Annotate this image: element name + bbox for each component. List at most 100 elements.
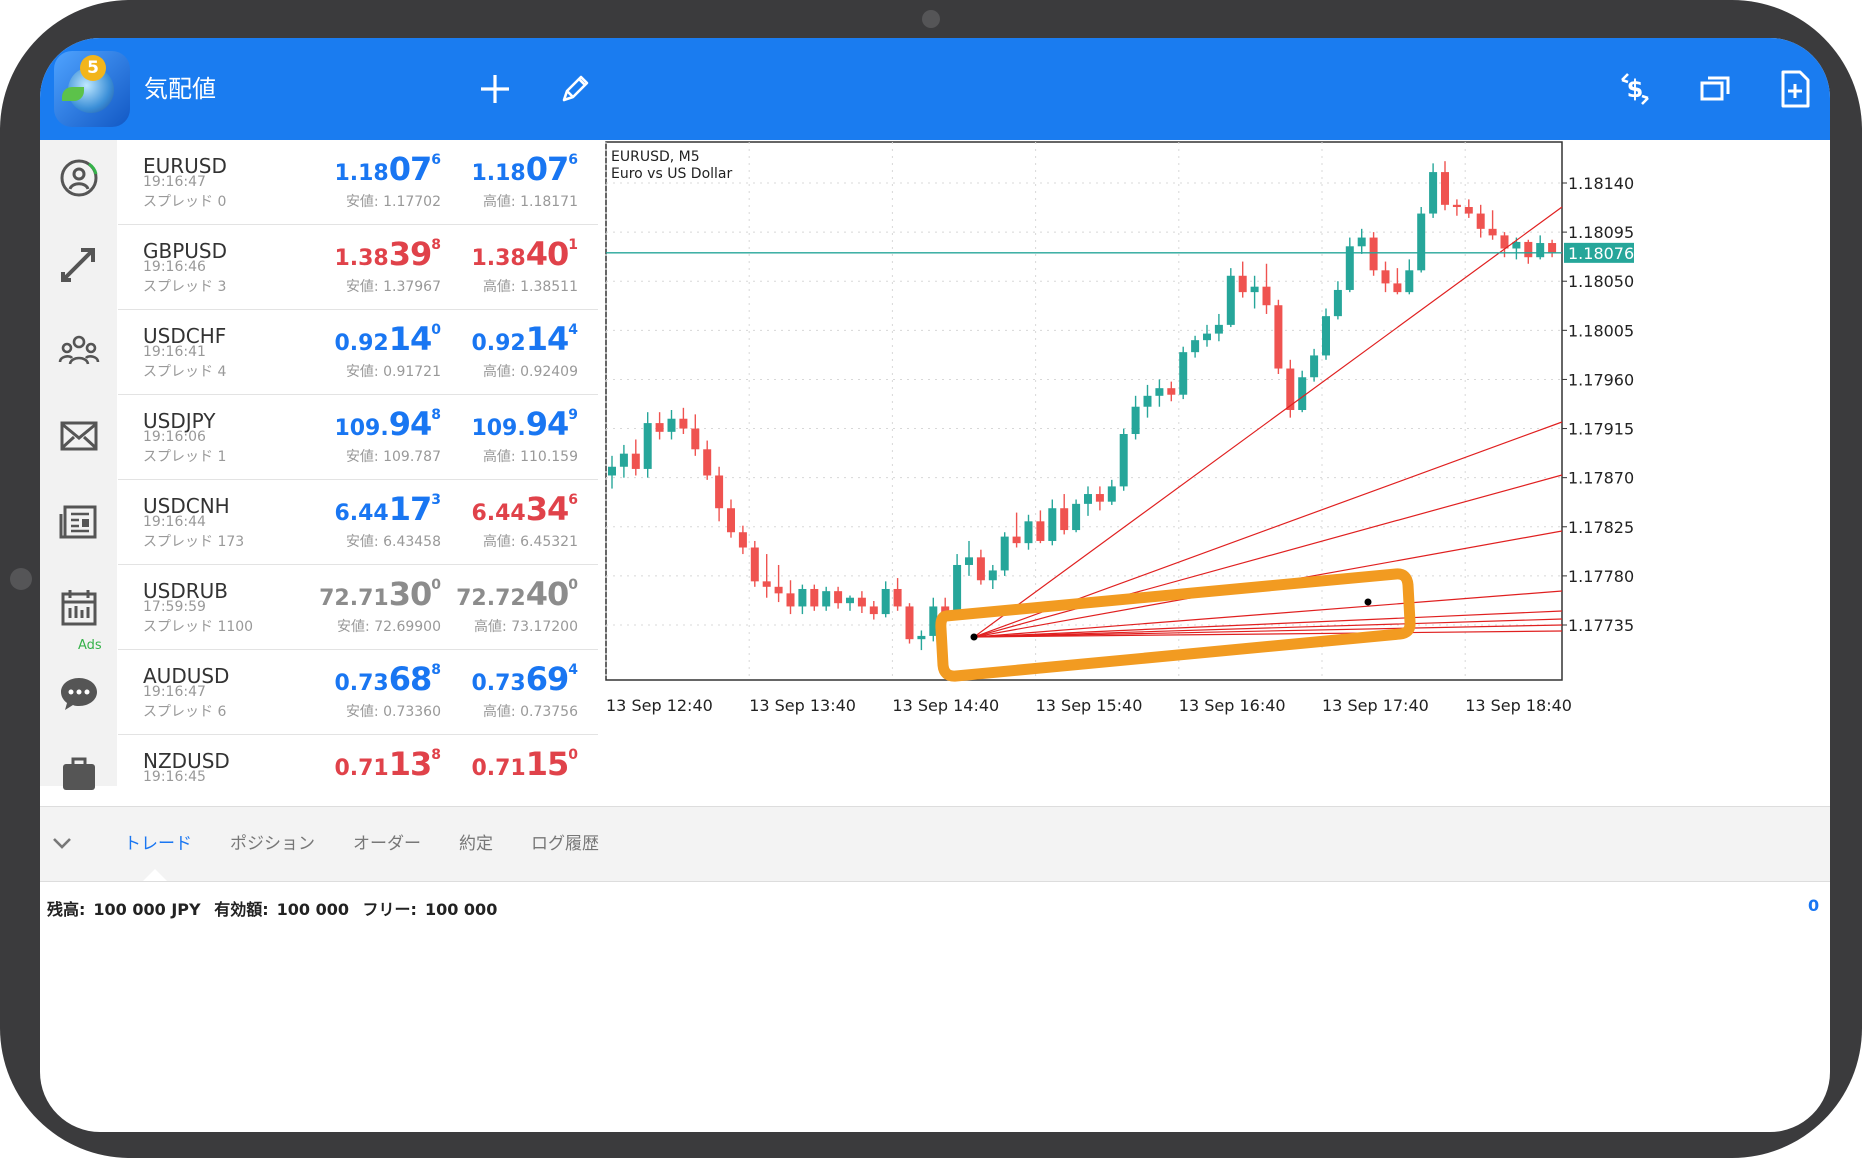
windows-button[interactable] <box>1690 64 1740 114</box>
balance-label: 残高: <box>47 900 86 919</box>
candle-body <box>1429 172 1438 214</box>
equity-label: 有効額: <box>214 900 269 919</box>
candle-body <box>1155 388 1164 396</box>
bid-price[interactable]: 1.18076 <box>334 150 441 188</box>
price-tick-label: 1.17825 <box>1568 518 1634 537</box>
camera-dot <box>922 10 940 28</box>
bid-price[interactable]: 0.73688 <box>334 660 441 698</box>
nav-tools[interactable] <box>47 740 111 804</box>
quote-row[interactable]: GBPUSD 19:16:46 スプレッド 3 1.38398 1.38401 安値: 1… <box>118 225 598 310</box>
ask-price[interactable]: 1.38401 <box>471 235 578 273</box>
quote-low: 安値: 1.37967 <box>345 279 441 295</box>
candle-body <box>1476 213 1485 229</box>
nav-chart[interactable] <box>47 232 111 296</box>
ask-price-main: 72.72 <box>456 586 526 611</box>
quote-low: 安値: 1.17702 <box>345 194 441 210</box>
candle-body <box>905 606 914 640</box>
bid-price-pips: 68 <box>388 660 433 698</box>
nav-news[interactable] <box>47 490 111 554</box>
account-summary: 残高: 100 000 JPY 有効額: 100 000 フリー: 100 000 <box>47 896 505 920</box>
bid-price-pips: 94 <box>388 405 433 443</box>
quote-row[interactable]: AUDUSD 19:16:47 スプレッド 6 0.73688 0.73694 安値: 0… <box>118 650 598 735</box>
quote-spread: スプレッド 0 <box>143 194 227 210</box>
ask-price[interactable]: 0.71150 <box>471 745 578 783</box>
candle-body <box>893 588 902 607</box>
nav-chat[interactable] <box>47 662 111 726</box>
ask-price[interactable]: 72.72400 <box>456 575 578 613</box>
tab-orders[interactable]: オーダー <box>353 807 421 881</box>
candle-body <box>1548 243 1557 253</box>
quote-row[interactable]: EURUSD 19:16:47 スプレッド 0 1.18076 1.18076 安値: 1… <box>118 140 598 225</box>
candle-body <box>738 532 747 548</box>
chart-area[interactable]: 1.18076 1.18140 1.18095 1.18050 1.18005 1.17… <box>602 141 1830 786</box>
add-symbol-button[interactable] <box>470 64 520 114</box>
ask-price[interactable]: 0.92144 <box>471 320 578 358</box>
quote-row[interactable]: USDJPY 19:16:06 スプレッド 1 109.948 109.949 安値: 1… <box>118 395 598 480</box>
quotes-list: EURUSD 19:16:47 スプレッド 0 1.18076 1.18076 安値: 1… <box>118 140 600 786</box>
candle-body <box>798 588 807 607</box>
ask-price[interactable]: 0.73694 <box>471 660 578 698</box>
quote-row[interactable]: USDCHF 19:16:41 スプレッド 4 0.92140 0.92144 安値: 0… <box>118 310 598 395</box>
quote-spread: スプレッド 1 <box>143 449 227 465</box>
currency-exchange-button[interactable]: $ <box>1610 64 1660 114</box>
candle-body <box>774 586 783 594</box>
tab-positions[interactable]: ポジション <box>230 807 315 881</box>
page-title: 気配値 <box>144 75 216 103</box>
candle-body <box>1262 286 1271 306</box>
quote-time: 19:16:41 <box>143 344 206 360</box>
bid-price-pips: 07 <box>388 150 433 188</box>
quote-high: 高値: 0.73756 <box>482 704 578 720</box>
bid-price-fraction: 3 <box>431 492 441 508</box>
nav-community[interactable] <box>47 318 111 382</box>
candle-body <box>1012 536 1021 544</box>
tab-deals[interactable]: 約定 <box>459 807 493 881</box>
equity-value: 100 000 <box>276 900 349 919</box>
candle-body <box>834 591 843 604</box>
candle-body <box>1214 324 1223 334</box>
mt5-logo-icon[interactable]: 5 <box>54 51 130 127</box>
candle-body <box>1203 333 1211 341</box>
ask-price-fraction: 9 <box>568 407 578 423</box>
candle-body <box>1405 270 1414 293</box>
bid-price-main: 1.38 <box>334 246 389 271</box>
quote-row[interactable]: USDRUB 17:59:59 スプレッド 1100 72.71300 72.72400… <box>118 565 598 650</box>
bid-price[interactable]: 6.44173 <box>334 490 441 528</box>
candle-body <box>1095 494 1104 502</box>
candle-body <box>1036 521 1045 541</box>
quote-time: 19:16:46 <box>143 259 206 275</box>
ask-price[interactable]: 1.18076 <box>471 150 578 188</box>
ask-price-main: 0.92 <box>471 331 526 356</box>
nav-quotes[interactable] <box>47 146 111 210</box>
bid-price[interactable]: 0.92140 <box>334 320 441 358</box>
quote-row[interactable]: USDCNH 19:16:44 スプレッド 173 6.44173 6.44346 安値:… <box>118 480 598 565</box>
time-tick-label: 13 Sep 16:40 <box>1179 696 1286 715</box>
bid-price[interactable]: 72.71300 <box>319 575 441 613</box>
nav-calendar[interactable] <box>47 576 111 640</box>
tab-journal[interactable]: ログ履歴 <box>531 807 599 881</box>
quote-high: 高値: 73.17200 <box>474 619 578 635</box>
candle-body <box>1238 275 1247 293</box>
bid-price-main: 0.71 <box>334 756 389 781</box>
candle-body <box>1000 536 1009 571</box>
bottom-tab-bar: トレード ポジション オーダー 約定 ログ履歴 <box>40 806 1830 882</box>
candlestick-chart[interactable]: 1.18076 1.18140 1.18095 1.18050 1.18005 1.17… <box>602 141 1830 786</box>
ask-price[interactable]: 6.44346 <box>471 490 578 528</box>
quote-high: 高値: 1.18171 <box>482 194 578 210</box>
candle-body <box>1393 283 1402 293</box>
candle-body <box>1488 228 1497 236</box>
bid-price-pips: 39 <box>388 235 433 273</box>
ask-price[interactable]: 109.949 <box>471 405 578 443</box>
bid-price[interactable]: 109.948 <box>334 405 441 443</box>
ask-price-fraction: 1 <box>568 237 578 253</box>
collapse-button[interactable] <box>48 829 76 861</box>
candle-body <box>857 597 866 607</box>
bid-price-main: 72.71 <box>319 586 389 611</box>
quote-row[interactable]: NZDUSD19:16:45スプレッド 120.711380.71150安値: … <box>118 735 598 786</box>
candle-body <box>1333 289 1342 317</box>
bid-price[interactable]: 1.38398 <box>334 235 441 273</box>
new-order-button[interactable] <box>1770 64 1820 114</box>
bid-price[interactable]: 0.71138 <box>334 745 441 783</box>
edit-button[interactable] <box>550 64 600 114</box>
quote-high: 高値: 0.92409 <box>482 364 578 380</box>
nav-messages[interactable] <box>47 404 111 468</box>
